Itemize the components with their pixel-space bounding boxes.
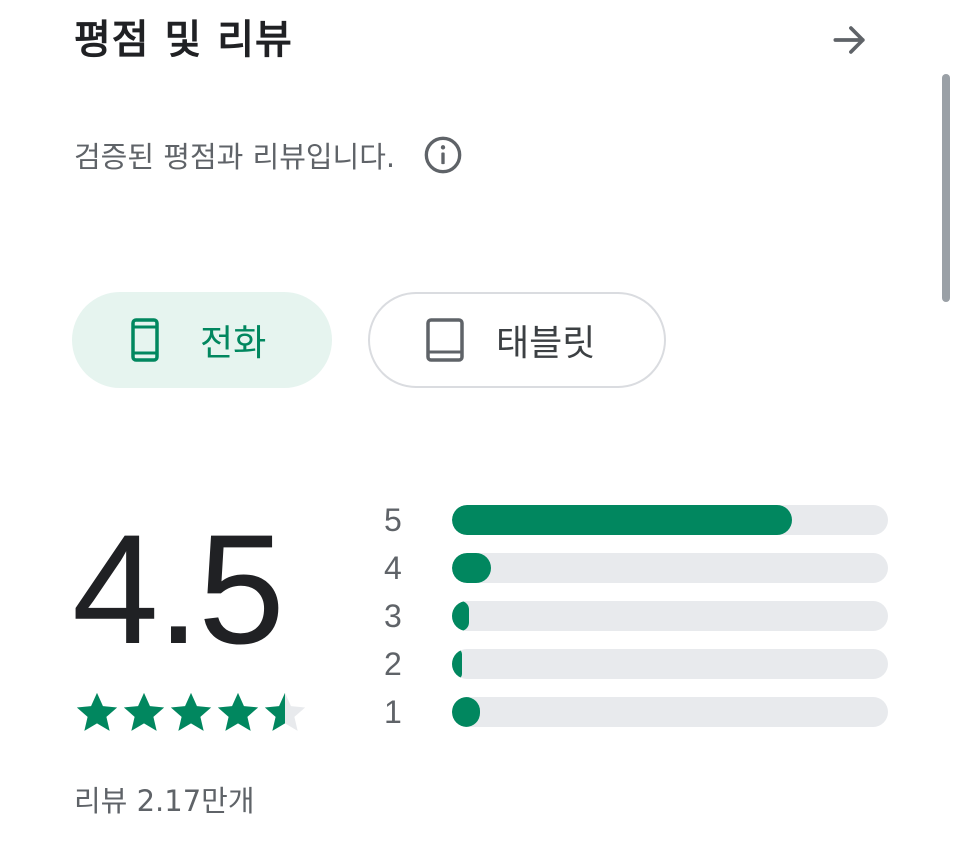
rating-bar-label: 3 [384, 597, 402, 634]
rating-bar-row: 4 [380, 544, 900, 592]
rating-bar-track [452, 601, 888, 631]
rating-bar-track [452, 649, 888, 679]
tab-phone[interactable]: 전화 [72, 292, 332, 388]
rating-bar-fill [452, 697, 481, 727]
review-count: 리뷰 2.17만개 [74, 784, 255, 818]
info-icon [424, 136, 462, 174]
rating-bar-label: 1 [384, 693, 402, 730]
average-rating: 4.5 [72, 503, 285, 677]
star-icon [264, 692, 306, 731]
tab-tablet-label: 태블릿 [496, 323, 596, 364]
rating-bar-fill [452, 553, 492, 583]
phone-icon [130, 318, 160, 362]
subtitle-row: 검증된 평점과 리뷰입니다. [74, 130, 463, 180]
star-icon [123, 692, 165, 731]
star-rating [74, 690, 309, 736]
rating-bar-row: 2 [380, 640, 900, 688]
rating-bar-label: 2 [384, 645, 402, 682]
tab-tablet[interactable]: 태블릿 [368, 292, 666, 388]
arrow-right-icon [833, 26, 865, 54]
rating-bar-row: 5 [380, 496, 900, 544]
section-title: 평점 및 리뷰 [74, 17, 293, 63]
rating-bar-track [452, 697, 888, 727]
rating-bar-row: 3 [380, 592, 900, 640]
tablet-icon [426, 318, 464, 362]
rating-bar-fill [452, 649, 462, 679]
star-icon [217, 692, 259, 731]
star-icon [76, 692, 118, 731]
info-button[interactable] [423, 135, 463, 175]
rating-bar-label: 5 [384, 501, 402, 538]
rating-bar-track [452, 505, 888, 535]
scrollbar[interactable] [942, 74, 950, 302]
subtitle-text: 검증된 평점과 리뷰입니다. [74, 140, 396, 174]
star-icon [170, 692, 212, 731]
rating-bar-label: 4 [384, 549, 402, 586]
tab-phone-label: 전화 [200, 323, 267, 364]
see-all-button[interactable] [822, 14, 878, 66]
rating-bar-fill [452, 505, 793, 535]
rating-bar-track [452, 553, 888, 583]
rating-bar-row: 1 [380, 688, 900, 736]
rating-bar-fill [452, 601, 470, 631]
